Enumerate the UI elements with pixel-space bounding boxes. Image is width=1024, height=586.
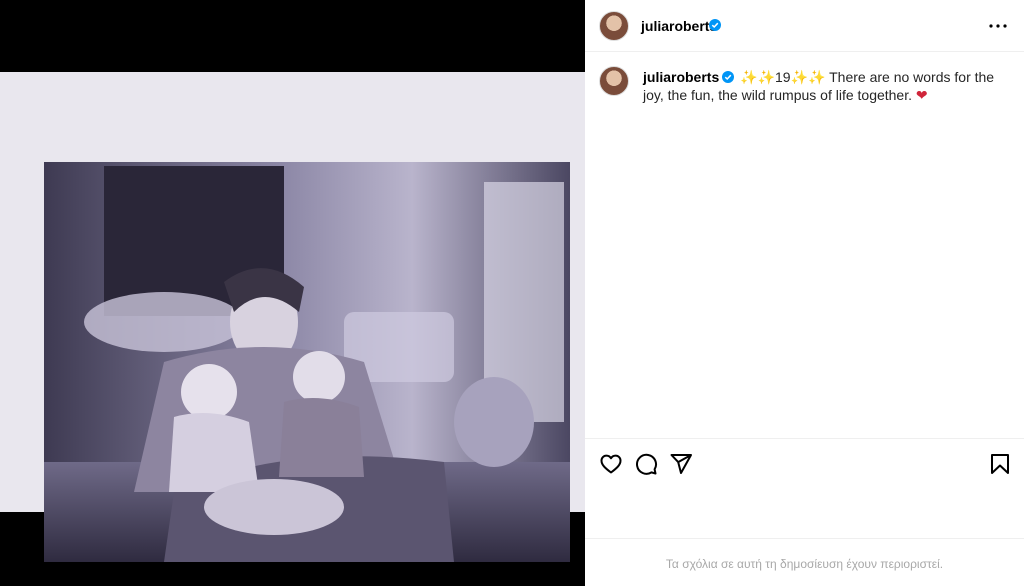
verified-badge-icon bbox=[709, 19, 721, 31]
photo-illustration bbox=[44, 162, 570, 562]
heart-emoji: ❤ bbox=[915, 87, 928, 103]
more-horizontal-icon[interactable] bbox=[986, 14, 1010, 38]
heart-icon[interactable] bbox=[599, 452, 623, 476]
avatar[interactable] bbox=[599, 11, 629, 41]
post-header: juliaroberts bbox=[585, 0, 1024, 52]
header-username[interactable]: juliaroberts bbox=[641, 18, 717, 34]
sparkles-emoji: ✨✨ bbox=[740, 69, 776, 85]
verified-badge-icon bbox=[722, 71, 735, 83]
photo-print-border bbox=[0, 72, 585, 562]
post-photo bbox=[44, 162, 570, 562]
caption-text: juliaroberts ✨✨19✨✨ There are no words f… bbox=[643, 68, 1005, 104]
send-icon[interactable] bbox=[669, 452, 693, 476]
comments-footer: Τα σχόλια σε αυτή τη δημοσίευση έχουν πε… bbox=[585, 538, 1024, 586]
bookmark-icon[interactable] bbox=[988, 452, 1012, 476]
caption-number: 19 bbox=[775, 69, 791, 85]
post-media[interactable] bbox=[0, 0, 585, 586]
comments-limited-notice: Τα σχόλια σε αυτή τη δημοσίευση έχουν πε… bbox=[665, 557, 944, 571]
action-bar bbox=[585, 438, 1024, 488]
comment-icon[interactable] bbox=[634, 452, 658, 476]
caption-avatar[interactable] bbox=[599, 66, 629, 96]
sparkles-emoji: ✨✨ bbox=[790, 69, 826, 85]
post-side-panel: juliaroberts juliaroberts ✨✨19✨✨ There a… bbox=[585, 0, 1024, 586]
caption-username[interactable]: juliaroberts bbox=[643, 69, 719, 85]
